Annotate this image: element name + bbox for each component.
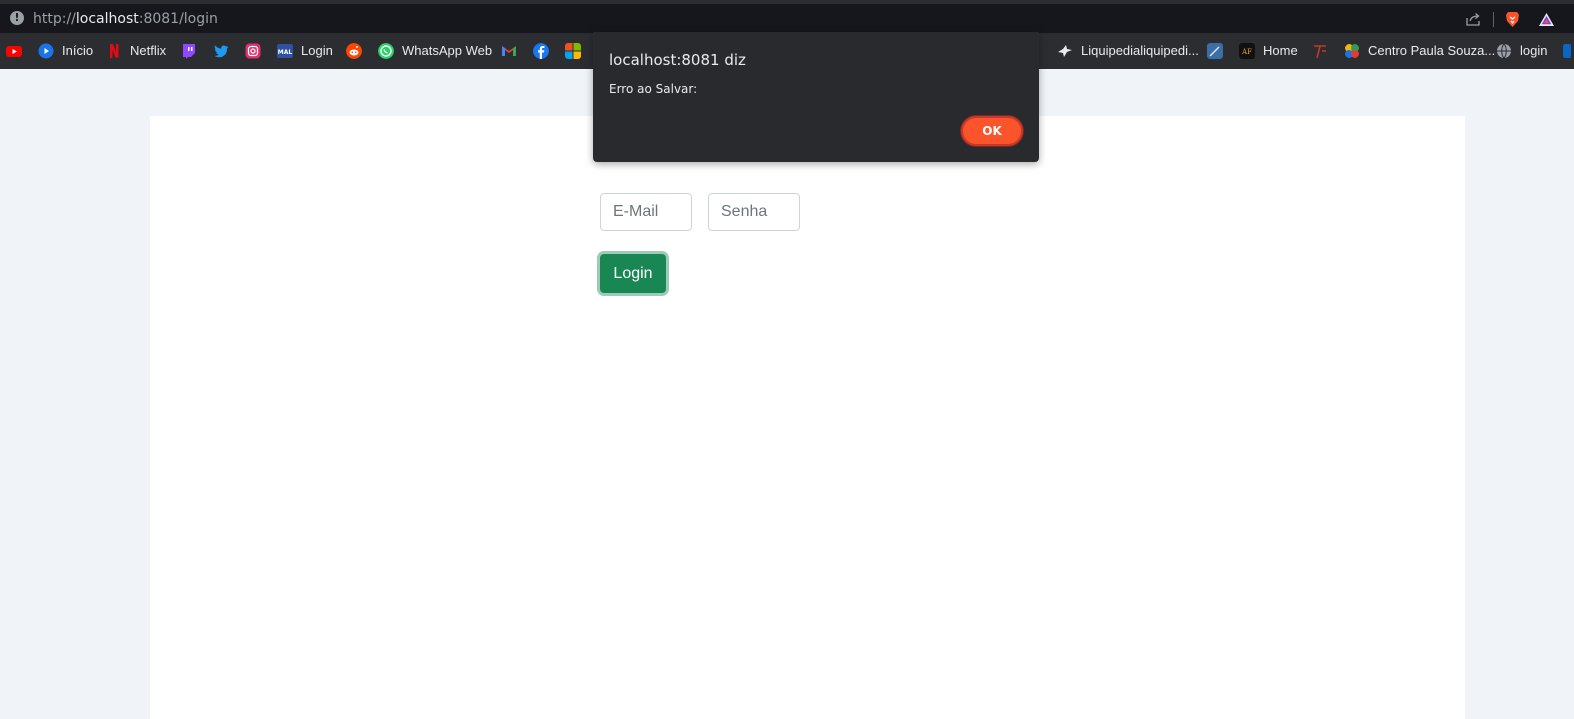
senha-input[interactable] bbox=[708, 193, 800, 231]
bookmark-label: Login bbox=[301, 43, 333, 58]
mal-icon: MAL bbox=[277, 44, 293, 58]
url-path: :8081/login bbox=[138, 11, 218, 27]
bookmark-pencil-app[interactable] bbox=[1207, 42, 1223, 60]
bookmark-tf[interactable] bbox=[1312, 42, 1328, 60]
bookmark-label: Centro Paula Souza... bbox=[1368, 43, 1496, 58]
address-bar[interactable]: ! http://localhost:8081/login bbox=[0, 4, 1574, 33]
url-host: localhost bbox=[75, 11, 139, 27]
bookmark-label: Início bbox=[62, 43, 94, 58]
bookmark-home[interactable]: AF Home bbox=[1239, 42, 1298, 60]
gmail-icon bbox=[502, 46, 516, 56]
youtube-icon bbox=[6, 46, 22, 57]
linkedin-icon bbox=[1563, 44, 1571, 58]
url-text[interactable]: http://localhost:8081/login bbox=[33, 11, 218, 27]
bookmark-mal-login[interactable]: MAL Login bbox=[277, 42, 333, 60]
bookmark-reddit[interactable] bbox=[346, 42, 362, 60]
bookmark-cps[interactable]: Centro Paula Souza... bbox=[1344, 42, 1495, 60]
bookmark-twitter[interactable] bbox=[213, 42, 229, 60]
bookmark-label: Home bbox=[1263, 43, 1298, 58]
globe-icon bbox=[1497, 43, 1511, 59]
page-card bbox=[150, 116, 1465, 719]
svg-text:MAL: MAL bbox=[278, 49, 293, 56]
tf-icon bbox=[1314, 45, 1326, 59]
url-scheme: http:// bbox=[33, 11, 76, 27]
alert-ok-button[interactable]: OK bbox=[961, 116, 1023, 146]
bookmark-facebook[interactable] bbox=[533, 42, 549, 60]
bookmark-liquipedia[interactable]: Liquipedialiquipedi... bbox=[1057, 42, 1199, 60]
site-info-icon[interactable]: ! bbox=[10, 11, 24, 25]
liquipedia-icon bbox=[1058, 45, 1072, 57]
bookmark-label: WhatsApp Web bbox=[402, 43, 493, 58]
share-icon[interactable] bbox=[1466, 12, 1481, 26]
bookmark-youtube[interactable] bbox=[6, 42, 22, 60]
reddit-icon bbox=[346, 43, 362, 59]
cps-icon bbox=[1345, 44, 1359, 58]
bookmark-twitch[interactable] bbox=[181, 42, 197, 60]
svg-text:AF: AF bbox=[1241, 48, 1252, 56]
bookmark-label: Netflix bbox=[130, 43, 167, 58]
instagram-icon bbox=[245, 43, 261, 59]
twitter-icon bbox=[214, 45, 228, 58]
bookmark-gmail[interactable] bbox=[501, 42, 517, 60]
bookmark-microsoft[interactable] bbox=[565, 42, 581, 60]
play-circle-icon bbox=[38, 43, 54, 59]
whatsapp-icon bbox=[378, 43, 394, 59]
bookmark-login[interactable]: login bbox=[1496, 42, 1547, 60]
toolbar-separator bbox=[1493, 12, 1494, 27]
login-button[interactable]: Login bbox=[600, 254, 666, 293]
home-site-icon: AF bbox=[1239, 43, 1255, 59]
alert-title: localhost:8081 diz bbox=[609, 51, 746, 69]
bookmark-instagram[interactable] bbox=[245, 42, 261, 60]
email-input[interactable] bbox=[600, 193, 692, 231]
bookmark-label: login bbox=[1520, 43, 1548, 58]
bookmark-whatsapp[interactable]: WhatsApp Web bbox=[378, 42, 492, 60]
bookmark-overflow[interactable] bbox=[1563, 42, 1571, 60]
bookmark-inicio[interactable]: Início bbox=[38, 42, 93, 60]
netflix-icon bbox=[110, 44, 119, 59]
pencil-app-icon bbox=[1207, 43, 1223, 59]
twitch-icon bbox=[183, 44, 195, 59]
brave-rewards-icon[interactable] bbox=[1538, 12, 1555, 27]
microsoft-icon bbox=[565, 43, 581, 59]
bookmark-netflix[interactable]: Netflix bbox=[106, 42, 166, 60]
facebook-icon bbox=[533, 43, 549, 59]
alert-message: Erro ao Salvar: bbox=[609, 82, 698, 96]
bookmark-label: Liquipedialiquipedi... bbox=[1081, 43, 1199, 58]
brave-shield-icon[interactable] bbox=[1505, 11, 1520, 28]
alert-dialog: localhost:8081 diz Erro ao Salvar: OK bbox=[593, 32, 1039, 162]
